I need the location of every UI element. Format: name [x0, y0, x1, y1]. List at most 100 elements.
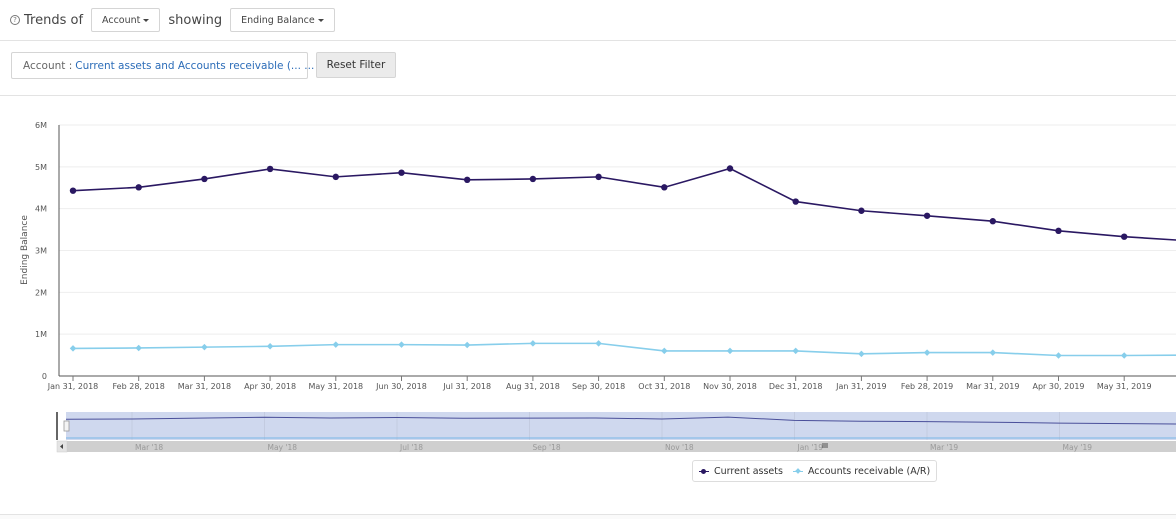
- x-tick-label: Jul 31, 2018: [442, 382, 491, 391]
- series-line-current-assets: [72, 167, 1176, 241]
- navigator-tick-label: Jul '18: [399, 443, 423, 452]
- data-point: [201, 343, 208, 351]
- navigator-tick-label: Mar '18: [135, 443, 163, 452]
- legend-item-accounts-receivable[interactable]: Accounts receivable (A/R): [792, 465, 931, 477]
- data-point: [463, 341, 471, 349]
- navigator-tick-label: May '19: [1063, 443, 1093, 452]
- data-point: [69, 345, 77, 352]
- x-tick-label: Mar 31, 2018: [178, 382, 231, 391]
- grid-lines: [59, 124, 1176, 335]
- chart-legend: Current assets Accounts receivable (A/R): [692, 460, 938, 482]
- y-tick-label: 1M: [35, 330, 47, 339]
- measure-value: Ending Balance: [241, 14, 315, 26]
- data-point: [201, 175, 208, 183]
- showing-label: showing: [168, 12, 223, 28]
- data-point: [792, 198, 799, 205]
- x-tick-label: Nov 30, 2018: [703, 382, 757, 391]
- data-point: [266, 343, 274, 350]
- x-tick-label: Jun 30, 2018: [375, 382, 427, 391]
- data-point: [529, 175, 537, 183]
- x-tick-label: Jan 31, 2019: [835, 382, 887, 391]
- x-tick-label: Apr 30, 2018: [244, 382, 296, 391]
- x-tick-label: Feb 28, 2019: [901, 382, 953, 391]
- y-tick-label: 6M: [35, 121, 47, 130]
- panel-bottom-border: [0, 514, 1176, 519]
- data-point: [135, 184, 142, 191]
- data-point: [595, 340, 602, 347]
- y-tick-label: 0: [42, 372, 47, 381]
- data-point: [858, 207, 865, 214]
- account-filter-dropdown[interactable]: Account : Current assets and Accounts re…: [11, 52, 326, 79]
- x-axis-ticks: Jan 31, 2018 Feb 28, 2018 Mar 31, 2018 Apr …: [47, 376, 1152, 391]
- x-tick-label: Apr 30, 2019: [1032, 382, 1084, 391]
- reset-filter-button[interactable]: Reset Filter: [316, 52, 396, 78]
- data-point: [661, 347, 668, 355]
- dimension-value: Account: [102, 14, 141, 26]
- data-point: [398, 169, 405, 176]
- y-tick-label: 5M: [35, 163, 47, 172]
- data-point: [858, 350, 865, 358]
- data-point: [332, 173, 339, 181]
- legend-label: Accounts receivable (A/R): [807, 465, 931, 477]
- data-point: [464, 176, 471, 184]
- data-point: [989, 218, 996, 225]
- navigator-selection: [66, 412, 1176, 440]
- x-tick-label: Aug 31, 2018: [506, 382, 560, 391]
- x-tick-label: Jan 31, 2018: [47, 382, 99, 391]
- circle-marker-icon: [699, 467, 709, 475]
- y-tick-label: 4M: [35, 205, 47, 214]
- data-point: [529, 340, 537, 347]
- trends-header: ? Trends of Account showing Ending Balan…: [0, 0, 1176, 41]
- legend-item-current-assets[interactable]: Current assets: [699, 466, 783, 477]
- x-tick-label: Oct 31, 2018: [638, 382, 690, 391]
- y-tick-label: 3M: [35, 247, 47, 256]
- trends-of-label: Trends of: [24, 12, 84, 28]
- dimension-dropdown[interactable]: Account: [91, 8, 161, 32]
- filter-value: Current assets and Accounts receivable (…: [75, 59, 315, 72]
- y-axis-label: Ending Balance: [20, 215, 30, 285]
- filter-bar: Account : Current assets and Accounts re…: [0, 41, 1176, 96]
- data-point: [69, 187, 77, 194]
- data-point: [923, 212, 931, 219]
- navigator-handle-left[interactable]: [63, 420, 70, 432]
- series-lines: [69, 165, 1176, 359]
- diamond-marker-icon: [792, 467, 803, 475]
- data-point: [595, 173, 602, 181]
- data-point: [1055, 227, 1062, 235]
- trend-chart: 0 1M 2M 3M 4M 5M 6M Ending Balance Jan 31, 201…: [20, 121, 1176, 453]
- navigator-tick-label: Sep '18: [533, 443, 561, 452]
- data-point: [726, 165, 734, 172]
- legend-label: Current assets: [714, 465, 783, 477]
- navigator-scrollbar[interactable]: [57, 441, 1176, 452]
- data-point: [1121, 233, 1128, 240]
- x-tick-label: May 31, 2019: [1097, 382, 1152, 391]
- data-point: [661, 184, 668, 191]
- x-tick-label: Sep 30, 2018: [572, 382, 625, 391]
- y-axis-ticks: 0 1M 2M 3M 4M 5M 6M: [35, 121, 47, 381]
- navigator-tick-label: May '18: [268, 443, 298, 452]
- caret-down-icon: [143, 18, 150, 22]
- data-point: [332, 341, 340, 348]
- question-circle-icon[interactable]: ?: [10, 15, 20, 25]
- caret-down-icon: [317, 18, 324, 22]
- data-point: [135, 344, 142, 352]
- x-tick-label: Feb 28, 2018: [113, 382, 165, 391]
- navigator: Mar '18 May '18 Jul '18 Sep '18 Nov '18 Jan '…: [56, 412, 1176, 453]
- data-point: [726, 347, 734, 355]
- data-point: [989, 349, 997, 356]
- data-point: [923, 349, 931, 356]
- data-point: [398, 341, 405, 348]
- y-tick-label: 2M: [35, 288, 47, 297]
- data-point: [1055, 352, 1062, 359]
- data-point: [1120, 352, 1128, 359]
- navigator-tick-label: Nov '18: [665, 443, 694, 452]
- series-line-accounts-receivable: [72, 342, 1176, 357]
- navigator-tick-label: Jan '19: [797, 443, 824, 452]
- x-tick-label: Dec 31, 2018: [769, 382, 823, 391]
- data-point: [792, 347, 799, 355]
- x-tick-label: Mar 31, 2019: [966, 382, 1019, 391]
- measure-dropdown[interactable]: Ending Balance: [230, 8, 335, 32]
- navigator-tick-label: Mar '19: [930, 443, 958, 452]
- filter-label: Account :: [23, 59, 73, 72]
- data-point: [266, 165, 274, 173]
